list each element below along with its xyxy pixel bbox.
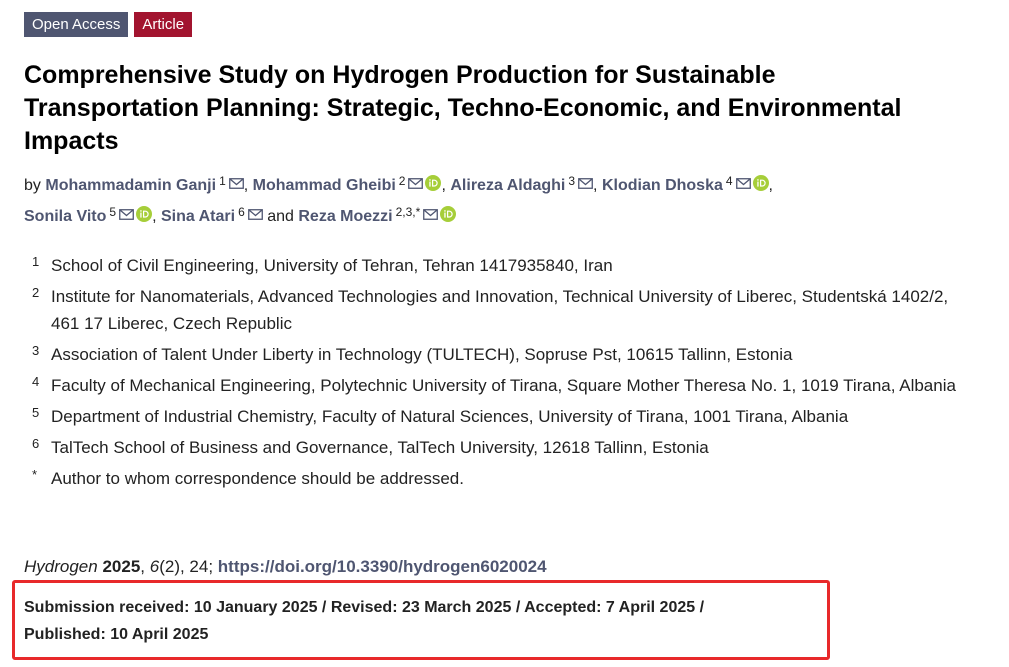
affiliation-number: 3	[32, 343, 40, 358]
journal-name: Hydrogen	[24, 557, 98, 576]
affiliation-text: Author to whom correspondence should be …	[51, 469, 464, 488]
affiliation-number: *	[32, 467, 38, 482]
dates-line-1: Submission received: 10 January 2025 / R…	[24, 599, 705, 616]
orcid-icon[interactable]	[752, 175, 769, 191]
affiliation-item: 5 Department of Industrial Chemistry, Fa…	[32, 403, 984, 430]
article-badges: Open Access Article	[24, 12, 984, 37]
orcid-icon[interactable]	[440, 206, 457, 222]
author-item: Reza Moezzi 2,3,*	[298, 205, 457, 225]
author-item: Mohammad Gheibi 2,	[253, 174, 451, 194]
author-separator: and	[267, 208, 294, 225]
author-separator: ,	[441, 177, 446, 194]
author-affiliation-ref: 5	[109, 205, 117, 219]
affiliation-text: TalTech School of Business and Governanc…	[51, 438, 709, 457]
author-name[interactable]: Sina Atari	[161, 208, 235, 225]
orcid-icon[interactable]	[425, 175, 442, 191]
citation-line: Hydrogen 2025, 6(2), 24; https://doi.org…	[24, 557, 547, 576]
orcid-icon[interactable]	[136, 206, 153, 222]
mail-icon[interactable]	[408, 178, 424, 189]
article-header: Open Access Article Comprehensive Study …	[24, 12, 984, 496]
author-affiliation-ref: 2	[398, 174, 406, 188]
author-item: Klodian Dhoska 4,	[602, 174, 773, 194]
article-title: Comprehensive Study on Hydrogen Producti…	[24, 61, 902, 155]
author-affiliation-ref: 6	[238, 205, 245, 219]
author-separator: ,	[243, 177, 249, 194]
author-list: by Mohammadamin Ganji 1, Mohammad Gheibi 2…	[24, 168, 924, 230]
author-name[interactable]: Mohammadamin Ganji	[45, 177, 216, 194]
mail-icon[interactable]	[247, 209, 263, 220]
affiliation-item: 3 Association of Talent Under Liberty in…	[32, 341, 984, 368]
author-separator: ,	[593, 177, 598, 194]
affiliation-item: * Author to whom correspondence should b…	[32, 465, 984, 492]
affiliation-number: 5	[32, 405, 40, 420]
mail-icon[interactable]	[735, 178, 751, 189]
author-affiliation-ref: 2,3,*	[395, 205, 421, 219]
mail-icon[interactable]	[119, 209, 134, 220]
affiliation-number: 1	[32, 254, 40, 269]
affiliation-number: 2	[32, 285, 40, 300]
doi-link[interactable]: https://doi.org/10.3390/hydrogen6020024	[218, 557, 547, 576]
author-affiliation-ref: 1	[219, 174, 226, 188]
affiliation-number: 4	[32, 374, 40, 389]
author-name[interactable]: Sonila Vito	[24, 208, 106, 225]
affiliation-text: School of Civil Engineering, University …	[51, 256, 613, 275]
author-affiliation-ref: 4	[725, 174, 733, 188]
affiliation-item: 4 Faculty of Mechanical Engineering, Pol…	[32, 372, 984, 399]
article-type-badge: Article	[134, 12, 193, 37]
mail-icon[interactable]	[423, 209, 439, 220]
author-name[interactable]: Klodian Dhoska	[602, 177, 723, 194]
affiliation-number: 6	[32, 436, 40, 451]
affiliation-list: 1 School of Civil Engineering, Universit…	[32, 252, 984, 492]
author-name[interactable]: Mohammad Gheibi	[253, 177, 396, 194]
affiliation-item: 6 TalTech School of Business and Governa…	[32, 434, 984, 461]
authors-by-label: by	[24, 177, 41, 194]
citation-year: 2025	[102, 557, 141, 576]
affiliation-item: 2 Institute for Nanomaterials, Advanced …	[32, 283, 984, 337]
author-item: Mohammadamin Ganji 1,	[45, 174, 252, 194]
affiliation-item: 1 School of Civil Engineering, Universit…	[32, 252, 984, 279]
author-item: Alireza Aldaghi 3,	[450, 174, 602, 194]
author-separator: ,	[152, 208, 157, 225]
publication-dates: Submission received: 10 January 2025 / R…	[24, 594, 814, 648]
dates-line-2: Published: 10 April 2025	[24, 626, 209, 643]
affiliation-text: Department of Industrial Chemistry, Facu…	[51, 407, 849, 426]
citation-volume: 6	[149, 557, 160, 576]
affiliation-text: Institute for Nanomaterials, Advanced Te…	[51, 287, 949, 333]
affiliation-text: Faculty of Mechanical Engineering, Polyt…	[51, 376, 956, 395]
open-access-badge[interactable]: Open Access	[24, 12, 129, 37]
mail-icon[interactable]	[228, 178, 244, 189]
author-name[interactable]: Alireza Aldaghi	[450, 177, 565, 194]
author-affiliation-ref: 3	[568, 174, 576, 188]
mail-icon[interactable]	[578, 178, 593, 189]
citation-issue-pages: (2), 24;	[159, 557, 214, 576]
author-item: Sonila Vito 5,	[24, 205, 161, 225]
affiliation-text: Association of Talent Under Liberty in T…	[51, 345, 793, 364]
author-item: Sina Atari 6 and	[161, 205, 298, 225]
author-separator: ,	[768, 177, 773, 194]
author-name[interactable]: Reza Moezzi	[298, 208, 392, 225]
